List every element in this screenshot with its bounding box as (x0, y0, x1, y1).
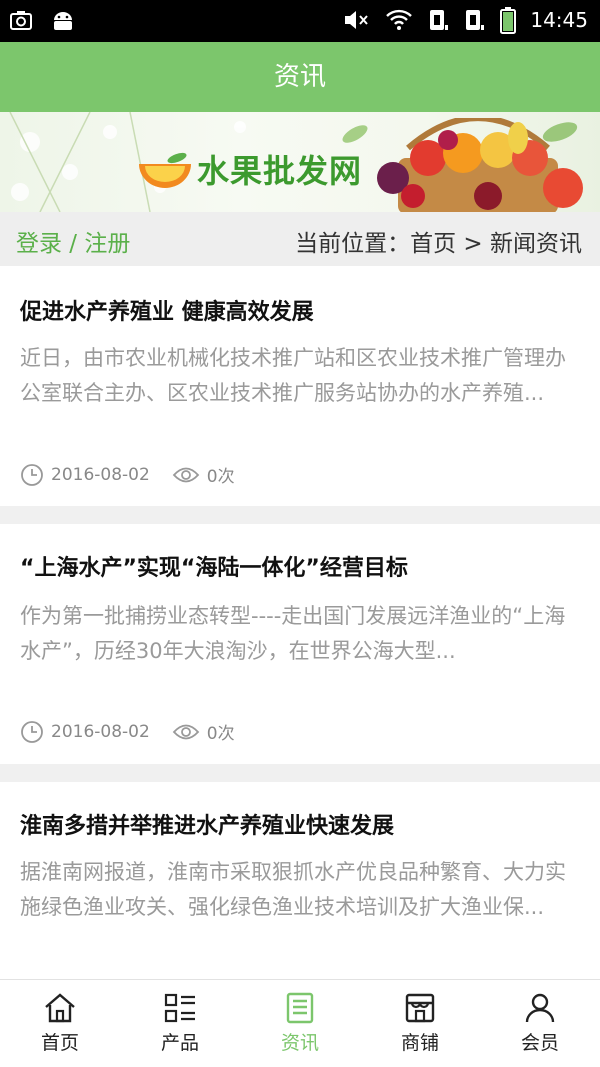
sim1-signal-icon (430, 10, 449, 30)
banner-logo-text: 水果批发网 (197, 152, 363, 190)
clock: 14:45 (530, 8, 588, 32)
tab-label: 商铺 (400, 1032, 439, 1054)
breadcrumb-bar: 登录 / 注册 当前位置：首页 > 新闻资讯 (0, 212, 600, 266)
tab-home[interactable]: 首页 (0, 980, 120, 1067)
article-title[interactable]: 淮南多措并举推进水产养殖业快速发展 (20, 808, 394, 840)
clock-icon (21, 463, 43, 486)
tab-label: 首页 (40, 1032, 79, 1054)
logo-fruit-icon (139, 152, 191, 188)
article-date: 2016-08-02 (51, 464, 150, 485)
eye-icon (172, 724, 200, 739)
wifi-icon (386, 9, 413, 30)
article-title[interactable]: “上海水产”实现“海陆一体化”经营目标 (20, 550, 408, 582)
breadcrumb: 当前位置：首页 > 新闻资讯 (295, 231, 582, 257)
article-meta: 2016-08-02 0次 (20, 719, 235, 744)
user-icon (525, 993, 555, 1023)
article-views: 0次 (206, 467, 235, 487)
article-card[interactable]: 促进水产养殖业 健康高效发展 近日，由市农业机械化技术推广站和区农业技术推广管理… (0, 266, 600, 506)
status-bar: 14:45 (0, 0, 600, 42)
tab-label: 产品 (160, 1032, 199, 1054)
android-icon (54, 12, 72, 30)
screenshot-icon (10, 11, 32, 30)
tab-news[interactable]: 资讯 (240, 980, 360, 1067)
sim2-signal-icon (466, 10, 485, 30)
eye-icon (172, 467, 200, 482)
news-icon (286, 992, 314, 1024)
fruit-basket-image (377, 118, 583, 212)
grid-list-icon (164, 993, 195, 1023)
article-date: 2016-08-02 (51, 721, 150, 742)
clock-icon (21, 720, 43, 743)
article-card[interactable]: “上海水产”实现“海陆一体化”经营目标 作为第一批捕捞业态转型----走出国门发… (0, 524, 600, 764)
article-card[interactable]: 淮南多措并举推进水产养殖业快速发展 据淮南网报道，淮南市采取狠抓水产优良品种繁育… (0, 782, 600, 982)
article-summary: 近日，由市农业机械化技术推广站和区农业技术推广管理办公室联合主办、区农业技术推广… (20, 346, 566, 405)
banner: 水果批发网 (0, 112, 600, 212)
page-title: 资讯 (0, 42, 600, 112)
article-views: 0次 (206, 724, 235, 744)
battery-icon (500, 7, 517, 34)
login-register-link[interactable]: 登录 / 注册 (16, 224, 130, 258)
tab-products[interactable]: 产品 (120, 980, 240, 1067)
article-meta: 2016-08-02 0次 (20, 462, 235, 487)
tab-label: 会员 (520, 1032, 559, 1054)
tab-member[interactable]: 会员 (480, 980, 600, 1067)
mute-icon (345, 11, 369, 29)
tab-label: 资讯 (280, 1032, 319, 1054)
tab-shops[interactable]: 商铺 (360, 980, 480, 1067)
home-icon (45, 993, 75, 1023)
shop-icon (405, 993, 435, 1023)
article-summary: 据淮南网报道，淮南市采取狠抓水产优良品种繁育、大力实施绿色渔业攻关、强化绿色渔业… (20, 860, 566, 919)
article-summary: 作为第一批捕捞业态转型----走出国门发展远洋渔业的“上海水产”，历经30年大浪… (20, 604, 566, 663)
bottom-tab-bar: 首页 产品 资讯 商铺 会员 (0, 979, 600, 1067)
article-title[interactable]: 促进水产养殖业 健康高效发展 (20, 294, 314, 326)
